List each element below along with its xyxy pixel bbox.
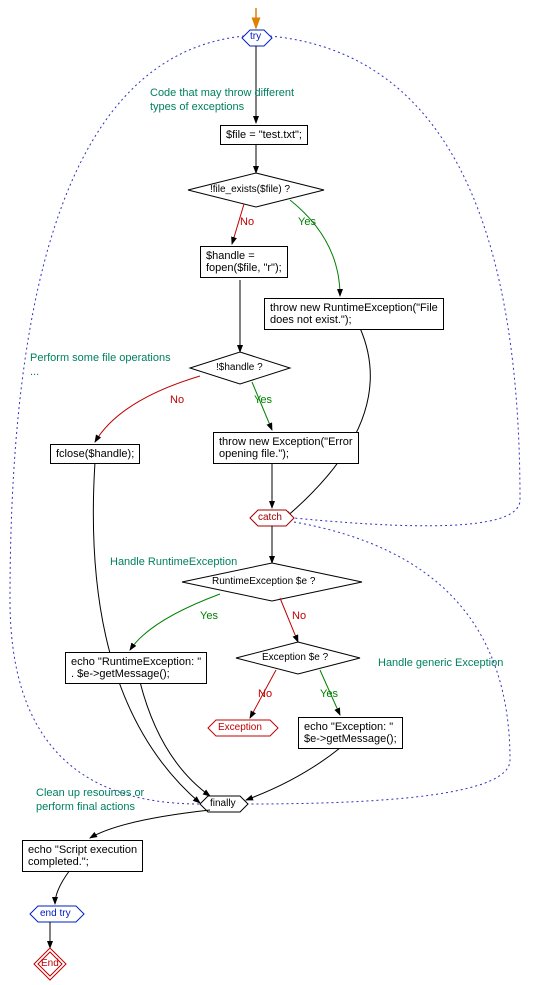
echo-runtime-node: echo "RuntimeException: " . $e->getMessa… — [65, 652, 207, 684]
decision-runtime-e: RuntimeException $e ? — [212, 576, 315, 587]
end-node: End — [41, 958, 59, 969]
assign-file-node: $file = "test.txt"; — [220, 125, 308, 145]
decision-exception-e: Exception $e ? — [262, 652, 328, 663]
comment-file-ops: Perform some file operations ... — [30, 351, 171, 380]
finally-node: finally — [210, 798, 236, 809]
edge-yes-3: Yes — [200, 610, 218, 622]
comment-generic: Handle generic Exception — [378, 656, 503, 670]
comment-cleanup: Clean up resources or perform final acti… — [36, 786, 144, 815]
edge-yes-1: Yes — [298, 216, 316, 228]
decision-handle: !$handle ? — [216, 362, 263, 373]
echo-completed-node: echo "Script execution completed."; — [22, 840, 143, 872]
flowchart-canvas — [0, 0, 534, 985]
fopen-node: $handle = fopen($file, "r"); — [200, 246, 288, 278]
echo-exception-node: echo "Exception: " $e->getMessage(); — [298, 717, 403, 749]
edge-no-4: No — [258, 688, 272, 700]
comment-runtime: Handle RuntimeException — [110, 555, 237, 569]
throw-exception-node: throw new Exception("Error opening file.… — [213, 432, 359, 464]
try-node: try — [250, 31, 261, 42]
endtry-node: end try — [40, 908, 71, 919]
fclose-node: fclose($handle); — [50, 444, 140, 464]
decision-file-exists: !file_exists($file) ? — [210, 184, 290, 195]
edge-yes-4: Yes — [320, 688, 338, 700]
edge-no-2: No — [170, 394, 184, 406]
throw-runtime-node: throw new RuntimeException("File does no… — [264, 298, 444, 330]
exception-node: Exception — [218, 722, 262, 733]
catch-node: catch — [258, 512, 282, 523]
edge-no-3: No — [292, 610, 306, 622]
edge-yes-2: Yes — [254, 394, 272, 406]
comment-try-block: Code that may throw different types of e… — [150, 86, 294, 115]
edge-no-1: No — [240, 216, 254, 228]
